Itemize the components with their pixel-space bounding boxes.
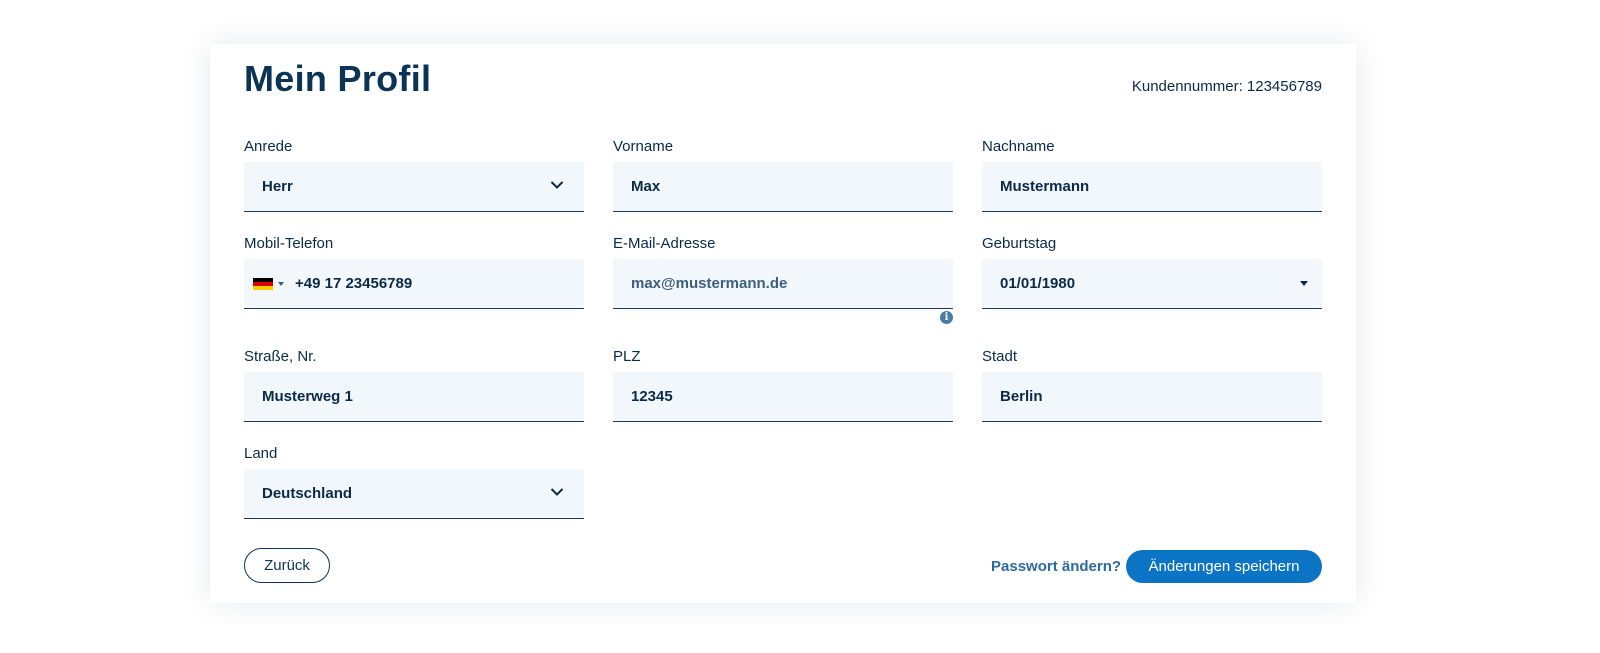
- first-name-label: Vorname: [613, 138, 674, 155]
- mobile-value: +49 17 23456789: [295, 275, 413, 292]
- country-value: Deutschland: [262, 485, 353, 502]
- country-field: Land Deutschland: [244, 443, 584, 519]
- birthday-value: 01/01/1980: [1000, 275, 1076, 292]
- salutation-value: Herr: [262, 178, 293, 195]
- page-title: Mein Profil: [244, 58, 432, 99]
- street-input[interactable]: Musterweg 1: [244, 372, 584, 422]
- email-input[interactable]: max@mustermann.de: [613, 259, 953, 309]
- zip-field: PLZ 12345: [613, 346, 953, 422]
- germany-flag-icon[interactable]: [253, 278, 273, 290]
- zip-value: 12345: [631, 388, 673, 405]
- last-name-input[interactable]: Mustermann: [982, 162, 1322, 212]
- salutation-field: Anrede Herr: [244, 136, 584, 212]
- change-password-link[interactable]: Passwort ändern?: [991, 556, 1121, 578]
- zip-input[interactable]: 12345: [613, 372, 953, 422]
- mobile-label: Mobil-Telefon: [244, 235, 334, 252]
- street-value: Musterweg 1: [262, 388, 353, 405]
- email-value: max@mustermann.de: [631, 275, 788, 292]
- country-label: Land: [244, 445, 278, 462]
- country-code-caret-icon[interactable]: [278, 282, 284, 286]
- email-label: E-Mail-Adresse: [613, 235, 716, 252]
- email-field: E-Mail-Adresse max@mustermann.de i: [613, 233, 953, 324]
- caret-down-icon: [1300, 281, 1308, 286]
- city-label: Stadt: [982, 348, 1018, 365]
- city-field: Stadt Berlin: [982, 346, 1322, 422]
- birthday-field: Geburtstag 01/01/1980: [982, 233, 1322, 309]
- country-select[interactable]: Deutschland: [244, 469, 584, 519]
- city-input[interactable]: Berlin: [982, 372, 1322, 422]
- info-icon[interactable]: i: [940, 311, 953, 324]
- street-label: Straße, Nr.: [244, 348, 317, 365]
- birthday-label: Geburtstag: [982, 235, 1057, 252]
- last-name-label: Nachname: [982, 138, 1055, 155]
- profile-card: Mein Profil Kundennummer: 123456789 Anre…: [210, 44, 1356, 603]
- street-field: Straße, Nr. Musterweg 1: [244, 346, 584, 422]
- salutation-label: Anrede: [244, 138, 293, 155]
- back-button[interactable]: Zurück: [244, 548, 330, 583]
- chevron-down-icon: [550, 181, 564, 189]
- first-name-field: Vorname Max: [613, 136, 953, 212]
- city-value: Berlin: [1000, 388, 1043, 405]
- salutation-select[interactable]: Herr: [244, 162, 584, 212]
- first-name-input[interactable]: Max: [613, 162, 953, 212]
- first-name-value: Max: [631, 178, 661, 195]
- birthday-picker[interactable]: 01/01/1980: [982, 259, 1322, 309]
- last-name-field: Nachname Mustermann: [982, 136, 1322, 212]
- mobile-field: Mobil-Telefon +49 17 23456789: [244, 233, 584, 309]
- customer-number: Kundennummer: 123456789: [1131, 78, 1322, 95]
- chevron-down-icon: [550, 488, 564, 496]
- mobile-input[interactable]: +49 17 23456789: [244, 259, 584, 309]
- last-name-value: Mustermann: [1000, 178, 1090, 195]
- save-changes-button[interactable]: Änderungen speichern: [1126, 550, 1322, 583]
- zip-label: PLZ: [613, 348, 641, 365]
